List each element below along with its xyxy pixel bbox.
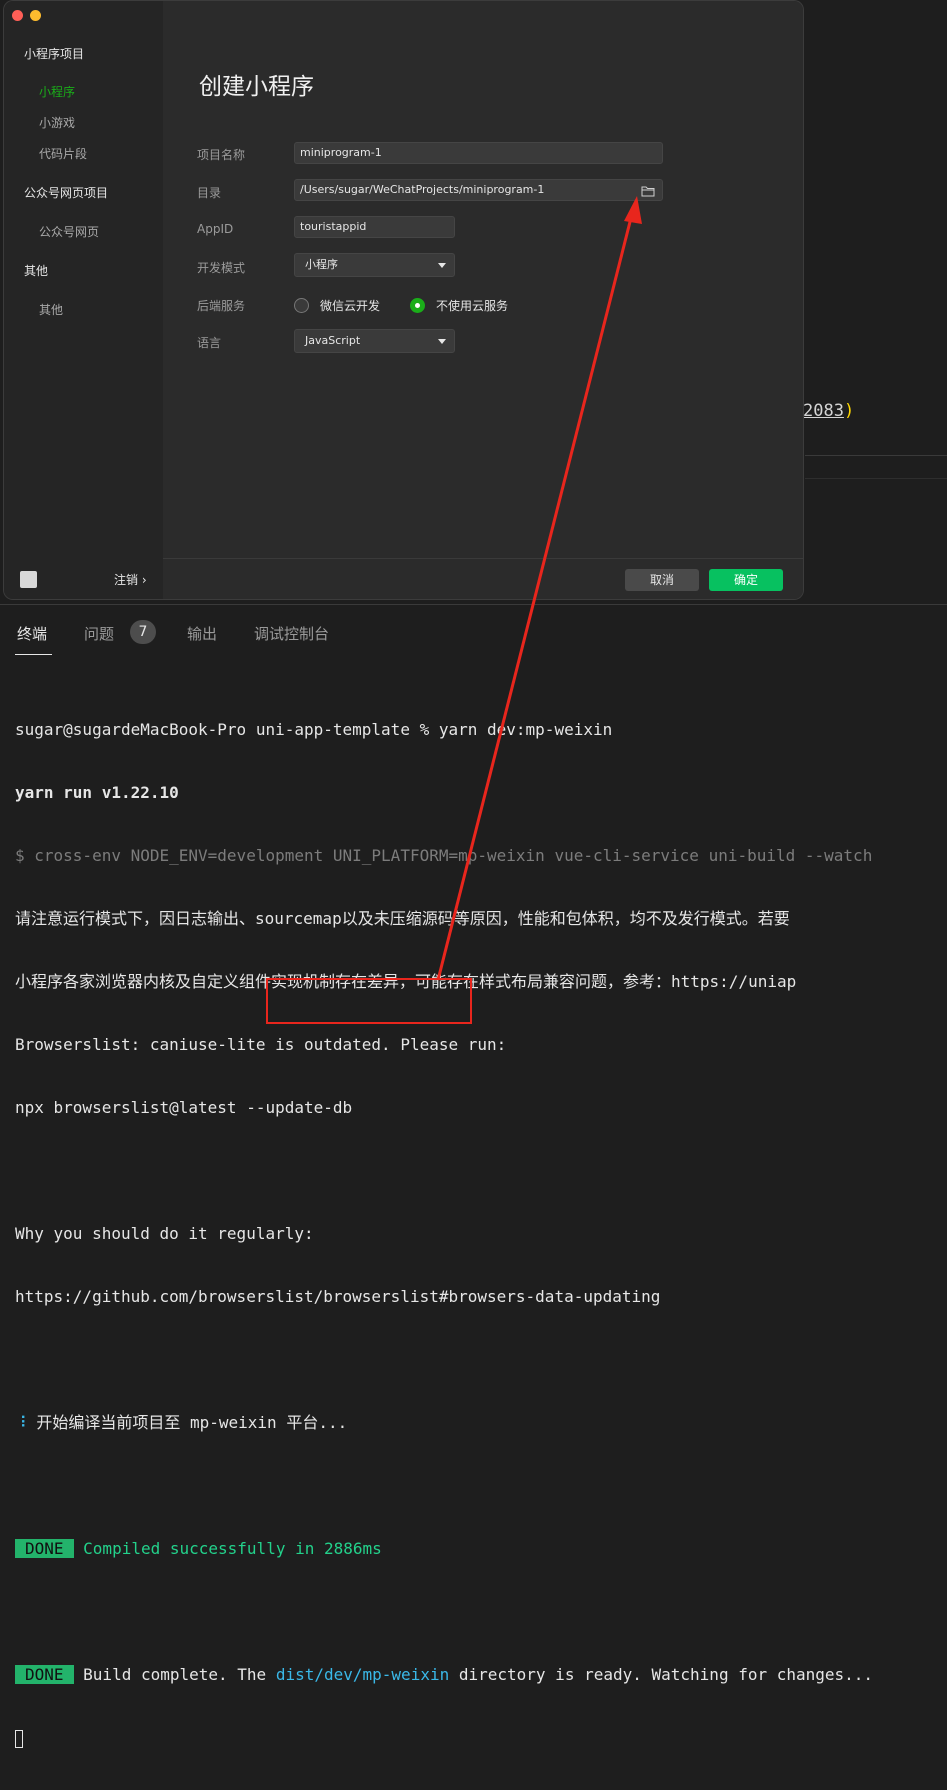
build-complete-suffix: directory is ready. Watching for changes… <box>449 1665 874 1684</box>
terminal-line: DONE Compiled successfully in 2886ms <box>15 1538 947 1559</box>
terminal-line: ⠸ 开始编译当前项目至 mp-weixin 平台... <box>15 1412 947 1433</box>
terminal-cursor <box>15 1729 23 1748</box>
build-complete-text: Build complete. The <box>73 1665 276 1684</box>
terminal-blank <box>15 1349 947 1370</box>
terminal-line: https://github.com/browserslist/browsers… <box>15 1287 661 1306</box>
terminal-blank <box>15 1601 947 1622</box>
terminal-line: Why you should do it regularly: <box>15 1224 314 1243</box>
spinner-icon: ⠸ <box>15 1413 27 1432</box>
terminal-line: npx browserslist@latest --update-db <box>15 1098 353 1117</box>
terminal-blank <box>15 1160 947 1181</box>
terminal-prompt <box>15 1727 947 1748</box>
compile-start-text: 开始编译当前项目至 mp-weixin 平台... <box>26 1413 348 1432</box>
done-badge: DONE <box>15 1539 74 1558</box>
annotation-arrow <box>436 196 642 981</box>
compiled-text: Compiled successfully in 2886ms <box>73 1539 382 1558</box>
terminal-line: DONE Build complete. The dist/dev/mp-wei… <box>15 1664 947 1685</box>
done-badge: DONE <box>15 1665 74 1684</box>
output-dir-path[interactable]: dist/dev/mp-weixin <box>276 1665 449 1684</box>
terminal-blank <box>15 1475 947 1496</box>
